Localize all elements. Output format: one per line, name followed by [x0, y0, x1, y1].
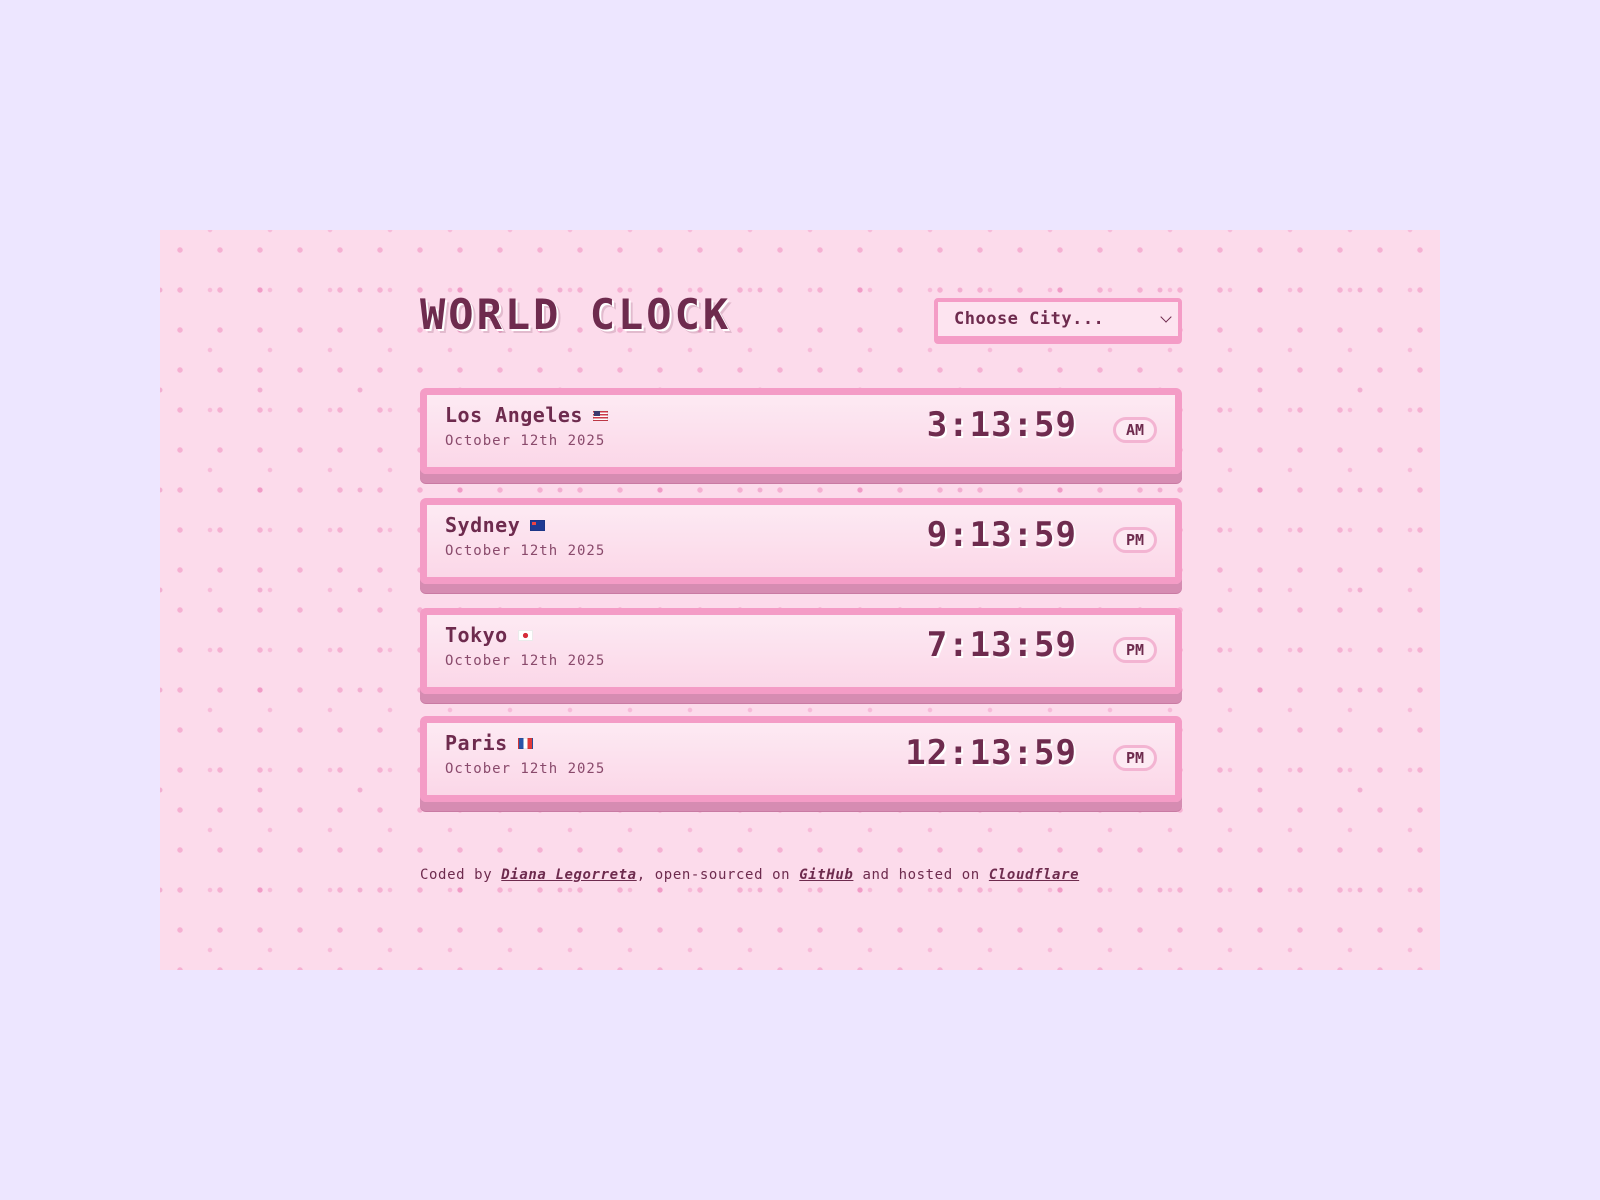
fr-flag-icon — [517, 737, 533, 749]
footer-prefix: Coded by — [420, 867, 493, 883]
chevron-down-icon — [1160, 310, 1172, 323]
clock-card-info: Los Angeles October 12th 2025 — [445, 403, 608, 449]
clock-card-los-angeles: Los Angeles October 12th 2025 3:13:59 AM — [420, 388, 1182, 474]
clock-card-info: Sydney October 12th 2025 — [445, 513, 605, 559]
city-select-value: Choose City... — [954, 309, 1105, 329]
clock-date: October 12th 2025 — [445, 761, 606, 777]
meridiem-badge: AM — [1113, 417, 1157, 443]
meridiem-badge: PM — [1113, 745, 1157, 771]
footer-hosted: and hosted on — [862, 867, 980, 883]
page-title: WORLD CLOCK — [420, 290, 732, 339]
city-name: Sydney — [445, 513, 521, 537]
city-name-row: Sydney — [445, 513, 605, 537]
clock-date: October 12th 2025 — [445, 653, 606, 669]
city-name-row: Paris — [445, 731, 605, 755]
clock-card-info: Tokyo October 12th 2025 — [445, 623, 605, 669]
au-flag-icon — [530, 519, 546, 531]
city-name: Los Angeles — [445, 403, 583, 427]
clock-card-paris: Paris October 12th 2025 12:13:59 PM — [420, 716, 1182, 802]
clock-time: 9:13:59 — [926, 515, 1077, 555]
clock-card-info: Paris October 12th 2025 — [445, 731, 605, 777]
clock-date: October 12th 2025 — [445, 543, 606, 559]
meridiem-badge: PM — [1113, 637, 1157, 663]
clock-list: Los Angeles October 12th 2025 3:13:59 AM… — [420, 388, 1182, 826]
city-name: Paris — [445, 731, 508, 755]
footer-middle: , open-sourced on — [636, 867, 791, 883]
clock-content: WORLD CLOCK Choose City... Los Angeles O… — [420, 230, 1182, 970]
us-flag-icon — [592, 409, 608, 421]
city-select-dropdown[interactable]: Choose City... — [934, 298, 1182, 340]
city-name-row: Tokyo — [445, 623, 605, 647]
jp-flag-icon — [517, 629, 533, 641]
footer-credits: Coded by Diana Legorreta, open-sourced o… — [420, 867, 1182, 883]
city-name: Tokyo — [445, 623, 508, 647]
clock-time: 3:13:59 — [926, 405, 1077, 445]
meridiem-badge: PM — [1113, 527, 1157, 553]
cloudflare-link[interactable]: Cloudflare — [989, 867, 1079, 883]
clock-card-tokyo: Tokyo October 12th 2025 7:13:59 PM — [420, 608, 1182, 694]
clock-panel: WORLD CLOCK Choose City... Los Angeles O… — [160, 230, 1440, 970]
author-link[interactable]: Diana Legorreta — [501, 867, 636, 883]
github-link[interactable]: GitHub — [799, 867, 853, 883]
clock-card-sydney: Sydney October 12th 2025 9:13:59 PM — [420, 498, 1182, 584]
clock-time: 12:13:59 — [905, 733, 1077, 773]
clock-time: 7:13:59 — [926, 625, 1077, 665]
city-name-row: Los Angeles — [445, 403, 608, 427]
clock-date: October 12th 2025 — [445, 433, 606, 449]
